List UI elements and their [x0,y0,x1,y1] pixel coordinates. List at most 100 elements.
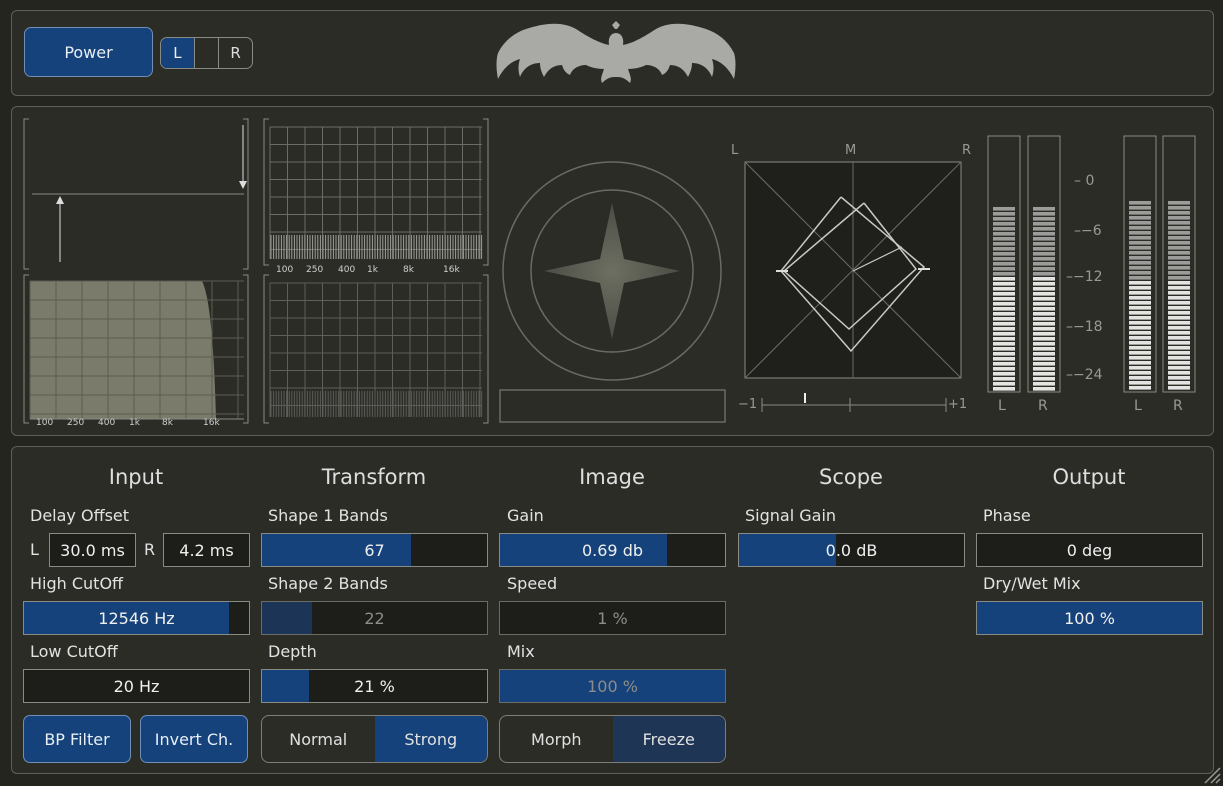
meter-segment-3 [1168,216,1190,220]
meter-segment-3 [1168,221,1190,225]
meter-segment-3 [1168,331,1190,335]
shape1-bands-slider[interactable]: 67 [261,533,488,567]
meter-segment-0 [993,342,1015,346]
meter-segment-1 [1033,377,1055,381]
section-title-image: Image [579,465,645,489]
high-cutoff-slider[interactable]: 12546 Hz [23,601,250,635]
meter-segment-0 [993,387,1015,391]
transform-mode-toggle: Normal Strong [261,715,488,763]
spectrum-tick-5: 16k [443,265,460,275]
meter-segment-0 [993,337,1015,341]
spectrum-display-2 [263,274,489,424]
top-bar: Power L R [11,10,1214,96]
channel-left-button[interactable]: L [161,38,194,68]
meter-segment-3 [1168,271,1190,275]
meter-segment-2 [1129,366,1151,370]
channel-mid-button[interactable] [193,38,220,68]
scope-label-mid: M [845,143,857,158]
mode-strong-button[interactable]: Strong [374,716,487,762]
meter-segment-3 [1168,306,1190,310]
meter-segment-1 [1033,347,1055,351]
meter-segment-2 [1129,311,1151,315]
meter-segment-2 [1129,321,1151,325]
delay-l-field[interactable]: 30.0 ms [49,533,136,567]
meter-segment-2 [1129,386,1151,390]
meter-segment-2 [1129,371,1151,375]
filter-tick-0: 100 [36,418,54,428]
resize-grip-icon[interactable] [1203,766,1221,784]
power-button[interactable]: Power [24,27,153,77]
shape2-bands-value: 22 [364,608,385,628]
meter-segment-3 [1168,341,1190,345]
meter-segment-2 [1129,361,1151,365]
meter-segment-1 [1033,352,1055,356]
meter-segment-0 [993,232,1015,236]
meter-segment-1 [1033,317,1055,321]
meter-segment-3 [1168,371,1190,375]
shape2-bands-slider[interactable]: 22 [261,601,488,635]
meter-segment-1 [1033,367,1055,371]
meter-segment-2 [1129,271,1151,275]
meter-segment-1 [1033,322,1055,326]
delay-r-label: R [144,540,156,559]
shape1-bands-value: 67 [364,540,385,560]
meter-segment-0 [993,307,1015,311]
meter-segment-1 [1033,337,1055,341]
meter-segment-0 [993,227,1015,231]
signal-gain-slider[interactable]: 0.0 dB [738,533,965,567]
meter-segment-1 [1033,262,1055,266]
phase-value: 0 deg [1066,540,1113,560]
spectrum-tick-1: 250 [306,265,324,275]
low-cutoff-slider[interactable]: 20 Hz [23,669,250,703]
visualization-canvas [23,118,1196,424]
meter-segment-2 [1129,226,1151,230]
bp-filter-button[interactable]: BP Filter [23,715,131,763]
phase-slider[interactable]: 0 deg [976,533,1203,567]
gain-slider[interactable]: 0.69 db [499,533,726,567]
mix-slider[interactable]: 100 % [499,669,726,703]
meter-segment-2 [1129,281,1151,285]
speed-slider[interactable]: 1 % [499,601,726,635]
mode-normal-button[interactable]: Normal [262,716,375,762]
visualization-panel: 100 250 400 1k 8k 16k 100 250 400 1k 8k 16k L M R … [11,106,1214,436]
mix-value: 100 % [587,676,638,696]
depth-slider[interactable]: 21 % [261,669,488,703]
meter-segment-3 [1168,226,1190,230]
phase-label: Phase [983,506,1031,525]
meter-segment-2 [1129,241,1151,245]
dry-wet-value: 100 % [1064,608,1115,628]
meter-segment-3 [1168,236,1190,240]
meter-segment-1 [1033,362,1055,366]
invert-channels-button[interactable]: Invert Ch. [140,715,248,763]
meter-segment-2 [1129,381,1151,385]
meter-segment-0 [993,277,1015,281]
meter-segment-3 [1168,281,1190,285]
meter-segment-1 [1033,342,1055,346]
meter-segment-3 [1168,251,1190,255]
delay-display [23,118,249,270]
meter-segment-0 [993,347,1015,351]
meter-segment-0 [993,352,1015,356]
meter-segment-1 [1033,332,1055,336]
meter-segment-1 [1033,297,1055,301]
delay-r-field[interactable]: 4.2 ms [163,533,250,567]
meter-label-l2: L [1134,398,1142,414]
meter-scale-6: –−6 [1074,223,1102,239]
meter-segment-3 [1168,246,1190,250]
signal-gain-label: Signal Gain [745,506,837,525]
morph-button[interactable]: Morph [500,716,613,762]
dry-wet-slider[interactable]: 100 % [976,601,1203,635]
gain-label: Gain [507,506,544,525]
channel-right-button[interactable]: R [219,38,252,68]
meter-segment-3 [1168,301,1190,305]
meter-scale-24: –−24 [1066,367,1103,383]
meter-segment-2 [1129,296,1151,300]
high-cutoff-label: High CutOff [30,574,124,593]
meter-segment-1 [1033,267,1055,271]
meter-segment-0 [993,312,1015,316]
meter-scale-18: –−18 [1066,319,1103,335]
meter-segment-0 [993,317,1015,321]
meter-segment-0 [993,322,1015,326]
freeze-button[interactable]: Freeze [612,716,725,762]
meter-segment-1 [1033,247,1055,251]
